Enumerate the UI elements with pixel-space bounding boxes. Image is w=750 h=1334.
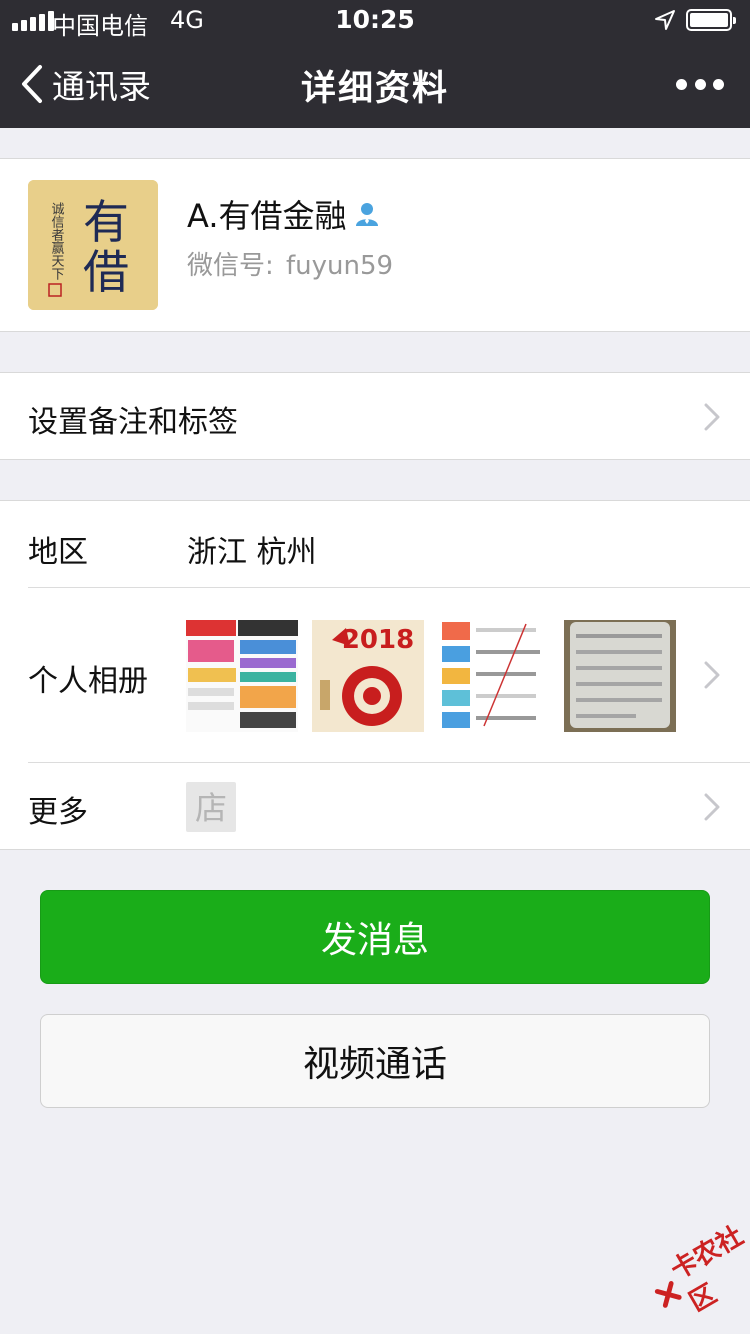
top-bar: 中国电信 4G 10:25 通讯录 详细资料 <box>0 0 750 128</box>
video-call-button[interactable]: 视频通话 <box>40 1014 710 1108</box>
wechat-id-label: 微信号: <box>187 251 274 281</box>
more-label: 更多 <box>28 795 88 830</box>
remark-label: 设置备注和标签 <box>28 405 238 440</box>
more-dots-icon[interactable] <box>676 74 724 94</box>
thumb-year-text: 2018 <box>342 625 414 655</box>
more-row[interactable]: 更多 店 <box>0 763 750 851</box>
battery-icon <box>686 9 736 31</box>
page-title: 详细资料 <box>300 69 449 109</box>
region-value: 浙江 杭州 <box>187 535 317 570</box>
wechat-id: 微信号: fuyun59 <box>187 245 393 282</box>
name-row: A.有借金融 <box>187 191 381 237</box>
album-thumbnail[interactable]: 2018 <box>312 620 424 732</box>
shop-icon: 店 <box>186 782 236 832</box>
set-remark-and-tags-row[interactable]: 设置备注和标签 <box>0 372 750 460</box>
info-group: 地区 浙江 杭州 个人相册 2018 更多 店 <box>0 500 750 850</box>
chevron-right-icon <box>704 403 720 431</box>
album-thumbnail[interactable] <box>438 620 550 732</box>
avatar-main-char-2: 借 <box>83 245 129 299</box>
album-thumbnail[interactable] <box>564 620 676 732</box>
album-thumbnail[interactable] <box>186 620 298 732</box>
shop-icon-text: 店 <box>195 789 227 827</box>
status-bar: 中国电信 4G 10:25 <box>0 0 750 40</box>
watermark: 卡农社区 <box>640 1213 750 1332</box>
send-message-button[interactable]: 发消息 <box>40 890 710 984</box>
avatar[interactable]: 诚信者赢天下 有 借 <box>28 180 158 310</box>
region-label: 地区 <box>28 535 88 570</box>
avatar-main-char-1: 有 <box>83 195 129 249</box>
chevron-right-icon <box>704 793 720 821</box>
chevron-right-icon <box>704 661 720 689</box>
user-badge-icon <box>355 203 378 226</box>
contact-name: A.有借金融 <box>187 197 347 235</box>
album-label: 个人相册 <box>28 664 148 699</box>
status-time: 10:25 <box>335 5 415 34</box>
location-arrow-icon <box>655 10 675 30</box>
avatar-side-text: 诚信者赢天下 <box>49 202 65 280</box>
profile-card: 诚信者赢天下 有 借 A.有借金融 微信号: fuyun59 <box>0 158 750 332</box>
wechat-id-value: fuyun59 <box>286 251 394 281</box>
